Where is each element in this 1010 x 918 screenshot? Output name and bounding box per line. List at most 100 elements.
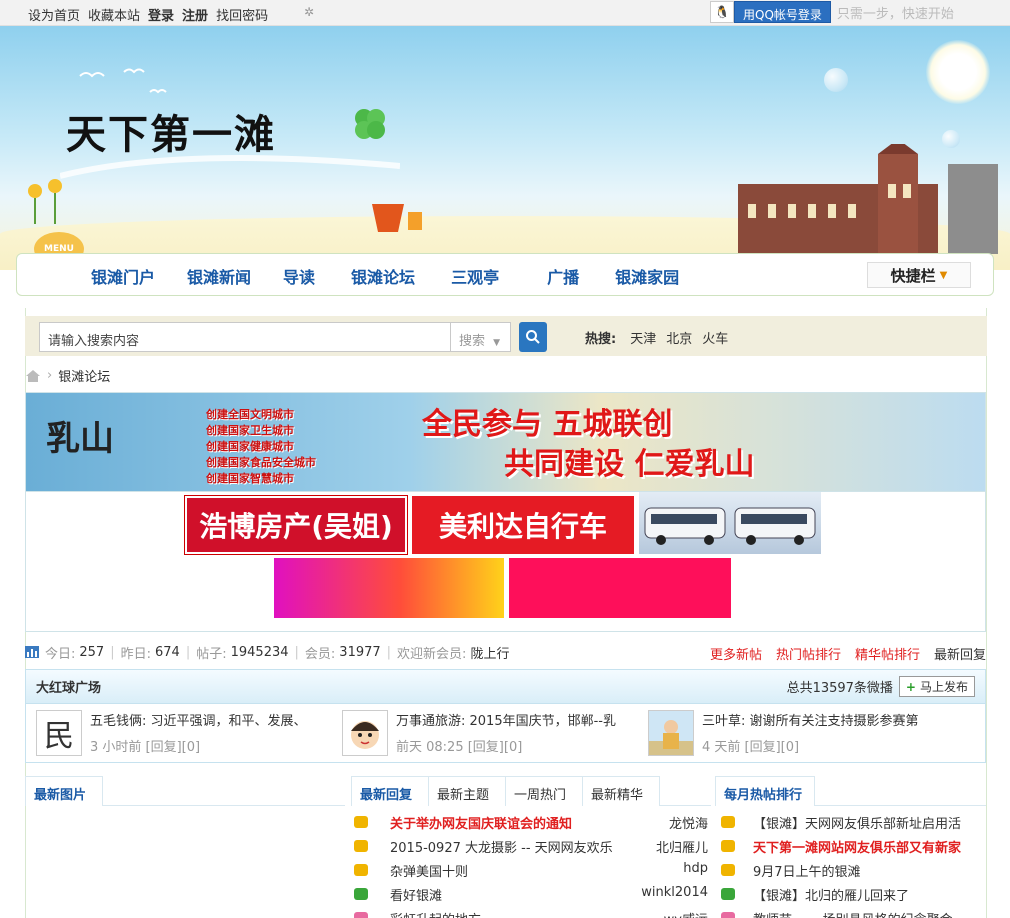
tab-latest-replies[interactable]: 最新回复 [351,776,429,806]
ad-pink-banner[interactable] [509,558,731,618]
city-banner-ad[interactable]: 乳山 创建全国文明城市 创建国家卫生城市 创建国家健康城市 创建国家食品安全城市… [25,392,986,492]
hot-search-term[interactable]: 北京 [666,328,692,347]
forgot-password-link[interactable]: 找回密码 [216,5,268,24]
photo-avatar-icon [649,711,693,755]
tab-monthly-hot[interactable]: 每月热帖排行 [715,776,815,806]
avatar[interactable] [342,710,388,756]
caret-down-icon: ▼ [493,338,501,348]
post-author-link[interactable]: 龙悦海 [669,813,708,832]
list-item: 天下第一滩网站网友俱乐部又有新家 [721,834,986,858]
nav-item-broadcast[interactable]: 广播 [547,264,579,288]
weibo-item: 三叶草: 谢谢所有关注支持摄影参赛第 4 天前 [回复][0] [648,710,948,758]
tab-latest-digest[interactable]: 最新精华 [582,776,660,806]
post-title-link[interactable]: 9月7日上午的银滩 [753,861,985,880]
quickbar-label: 快捷栏 [890,266,936,285]
breadcrumb-separator: › [47,368,53,383]
bookmark-link[interactable]: 收藏本站 [88,5,140,24]
list-item: 2015-0927 大龙摄影 -- 天网网友欢乐 北归雁儿 [352,834,712,858]
nav-item-forum[interactable]: 银滩论坛 [351,264,415,288]
search-type-select[interactable]: 搜索 ▼ [451,322,511,352]
post-title-link[interactable]: 2015-0927 大龙摄影 -- 天网网友欢乐 [390,837,613,856]
home-icon[interactable] [25,369,41,383]
reply-status-icon [354,888,368,900]
post-title-link[interactable]: 【银滩】天网网友俱乐部新址启用活 [753,813,985,832]
tab-latest-topics[interactable]: 最新主题 [428,776,506,806]
login-link[interactable]: 登录 [148,5,174,24]
newest-member-link[interactable]: 陇上行 [470,643,509,662]
weibo-meta: 4 天前 [回复][0] [702,740,800,755]
ad-haobo-realty[interactable]: 浩博房产(吴姐) [184,495,408,555]
stat-today-label: 今日: [45,646,76,662]
rank-icon [721,816,735,828]
ad-merida-bicycle[interactable]: 美利达自行车 [412,496,634,554]
flowers-graphic [28,179,62,224]
stat-posts-label: 帖子: [196,646,227,662]
ad-bus-image[interactable] [639,492,821,554]
weibo-text[interactable]: 万事通旅游: 2015年国庆节，邯郸--乳 [396,710,644,729]
post-title-link[interactable]: 彩虹升起的地方 [390,909,481,918]
rank-icon [721,912,735,918]
weibo-header: 大红球广场 总共13597条微播 + 马上发布 [26,670,985,704]
quickbar-button[interactable]: 快捷栏 ▼ [867,262,971,288]
cartoon-avatar-icon [351,721,379,749]
latest-replies-list: 关于举办网友国庆联谊会的通知 龙悦海 2015-0927 大龙摄影 -- 天网网… [352,810,712,918]
stat-separator: | [294,644,299,660]
weibo-text[interactable]: 五毛钱俩: 习近平强调，和平、发展、 [90,710,338,729]
post-title-link[interactable]: 看好银滩 [390,885,442,904]
hot-search: 热搜: 天津 北京 火车 [585,328,728,347]
list-item: 9月7日上午的银滩 [721,858,986,882]
rank-icon [721,840,735,852]
latest-replies-link[interactable]: 最新回复 [934,644,986,663]
more-new-posts-link[interactable]: 更多新帖 [710,644,762,663]
digest-posts-rank-link[interactable]: 精华帖排行 [855,644,920,663]
post-title-link[interactable]: 天下第一滩网站网友俱乐部又有新家 [753,837,985,856]
register-link[interactable]: 注册 [182,5,208,24]
weibo-total: 总共13597条微播 [786,681,893,696]
list-item: 【银滩】天网网友俱乐部新址启用活 [721,810,986,834]
nav-item-news[interactable]: 银滩新闻 [187,264,251,288]
post-author-link[interactable]: winkl2014 [641,885,708,900]
post-author-link[interactable]: 北归雁儿 [656,837,708,856]
search-button[interactable] [519,322,547,352]
hot-posts-rank-link[interactable]: 热门帖排行 [776,644,841,663]
weibo-text[interactable]: 三叶草: 谢谢所有关注支持摄影参赛第 [702,710,950,729]
breadcrumb-current[interactable]: 银滩论坛 [58,366,110,385]
stat-members-value: 31977 [339,644,381,660]
plus-icon: + [905,679,916,694]
ad-gradient-banner[interactable] [274,558,504,618]
hot-search-term[interactable]: 天津 [630,328,656,347]
set-homepage-link[interactable]: 设为首页 [28,5,80,24]
post-author-link[interactable]: wy威远 [664,909,708,918]
avatar[interactable] [648,710,694,756]
publish-label: 马上发布 [919,680,968,694]
wave-graphic [60,155,400,179]
hot-search-term[interactable]: 火车 [702,328,728,347]
tab-weekly-hot[interactable]: 一周热门 [505,776,583,806]
avatar[interactable]: 民 [36,710,82,756]
post-title-link[interactable]: 杂弹美国十则 [390,861,468,880]
qq-login-button[interactable]: 用QQ帐号登录 [734,1,831,23]
qq-login-tip: 只需一步，快速开始 [836,6,954,22]
stat-separator: | [386,644,392,660]
weibo-title[interactable]: 大红球广场 [36,677,101,696]
rank-icon [721,888,735,900]
post-title-link[interactable]: 【银滩】北归的雁儿回来了 [753,885,985,904]
slogan-line: 创建国家食品安全城市 [206,456,316,469]
stat-posts-value: 1945234 [230,644,289,660]
nav-item-portal[interactable]: 银滩门户 [91,264,155,288]
nav-item-home[interactable]: 银滩家园 [615,264,679,288]
header-banner: 天下第一滩 MENU [0,26,1010,270]
post-author-link[interactable]: hdp [683,861,708,876]
nav-item-guide[interactable]: 导读 [283,264,315,288]
top-bar: 设为首页 收藏本站 登录 注册 找回密码 ✲ 🐧 用QQ帐号登录 只需一步，快速… [0,0,1010,26]
publish-button[interactable]: + 马上发布 [898,676,975,697]
search-input[interactable]: 请输入搜索内容 [39,322,451,352]
nav-item-sanguanting[interactable]: 三观亭 [451,264,499,288]
post-title-link[interactable]: 教师节 -- 一场别具风格的纪念聚会 [753,909,985,918]
stat-yesterday-value: 674 [155,644,180,660]
post-title-link[interactable]: 关于举办网友国庆联谊会的通知 [390,813,572,832]
rank-icon [721,864,735,876]
style-switch-icon[interactable]: ✲ [304,5,320,21]
weibo-item: 民 五毛钱俩: 习近平强调，和平、发展、 3 小时前 [回复][0] [36,710,336,758]
tab-latest-pictures[interactable]: 最新图片 [25,776,103,806]
